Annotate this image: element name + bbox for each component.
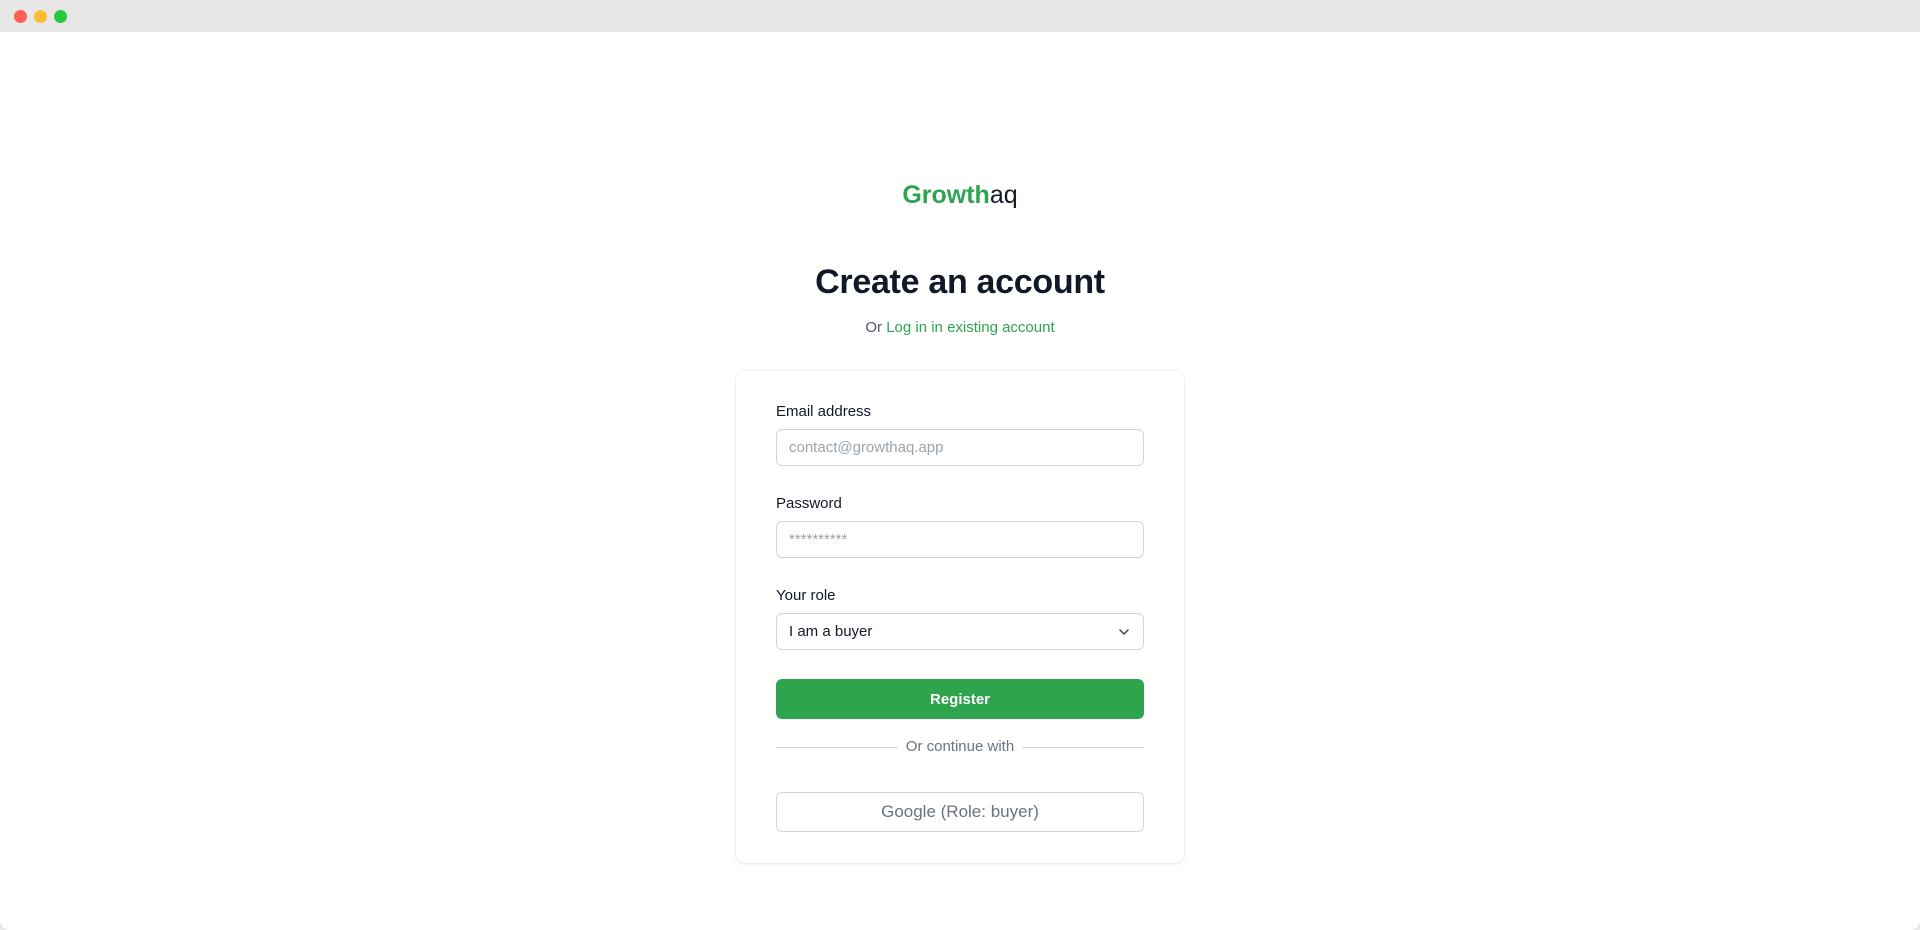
page-content: Growthaq Create an account Or Log in in …	[0, 32, 1920, 930]
login-prompt: Or Log in in existing account	[0, 318, 1920, 338]
login-prompt-prefix: Or	[865, 319, 883, 336]
zoom-window-icon[interactable]	[54, 10, 67, 23]
brand-logo-strong: Growth	[902, 181, 990, 209]
email-label: Email address	[776, 403, 872, 420]
google-signin-button[interactable]: Google (Role: buyer)	[776, 792, 1144, 832]
close-window-icon[interactable]	[14, 10, 27, 23]
chevron-down-icon	[1119, 629, 1129, 635]
page-title: Create an account	[815, 263, 1105, 301]
email-input[interactable]	[776, 429, 1144, 466]
register-card: Email address Password Your role I am a …	[736, 371, 1184, 863]
divider-text: Or continue with	[897, 738, 1023, 755]
role-select-value: I am a buyer	[789, 623, 873, 640]
minimize-window-icon[interactable]	[34, 10, 47, 23]
continue-divider: Or continue with	[776, 737, 1144, 757]
role-label: Your role	[776, 587, 836, 604]
brand-logo-rest: aq	[989, 181, 1018, 209]
register-button[interactable]: Register	[776, 679, 1144, 719]
password-label: Password	[776, 495, 842, 512]
brand-logo: Growthaq	[0, 180, 1920, 210]
login-link[interactable]: Log in in existing account	[886, 319, 1054, 336]
password-input[interactable]	[776, 521, 1144, 558]
role-select[interactable]: I am a buyer	[776, 613, 1144, 650]
browser-window: Growthaq Create an account Or Log in in …	[0, 0, 1920, 930]
title-bar	[0, 0, 1920, 32]
